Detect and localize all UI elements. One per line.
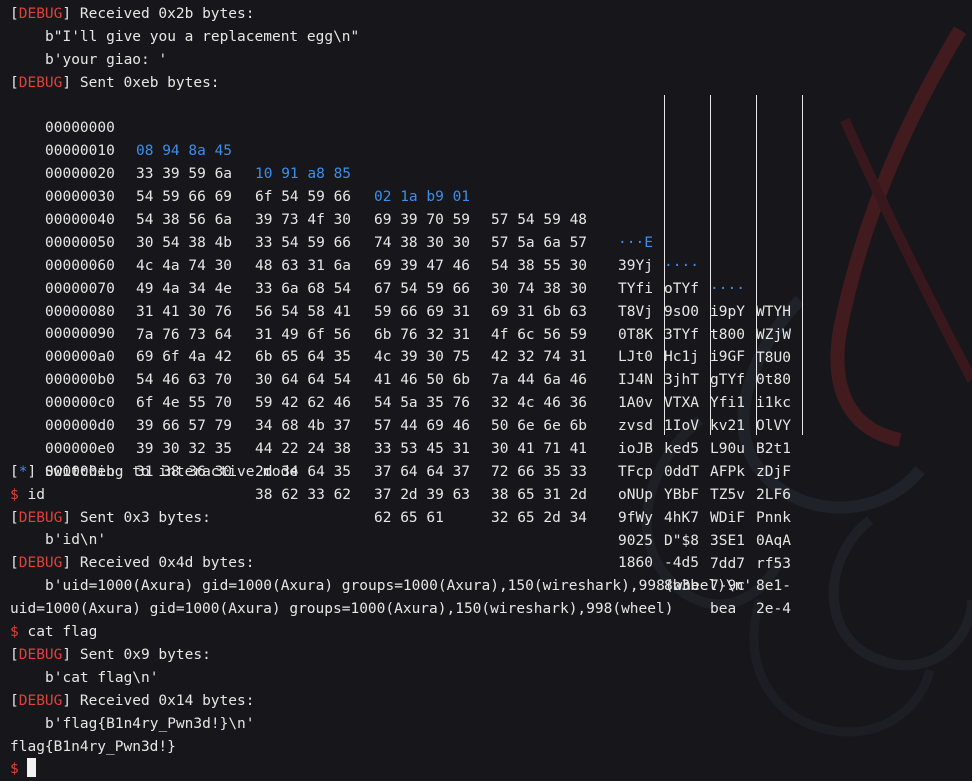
- text-cursor[interactable]: [27, 758, 37, 778]
- ascii-column-separator: [710, 95, 711, 435]
- hexdump: 00000000 08 94 8a 45 10 91 a8 85 02 1a b…: [10, 95, 965, 618]
- hexdump-row: 00000060 49 4a 34 4e 56 54 58 41 6b 76 3…: [45, 257, 791, 458]
- hexdump-row: 000000a0 54 46 63 70 59 42 62 46 57 44 6…: [45, 349, 791, 549]
- hexdump-row: 00000090 69 6f 4a 42 30 64 64 54 54 5a 3…: [45, 326, 791, 526]
- command-line-cat: $ cat flag: [10, 624, 98, 641]
- hexdump-row: 00000040 30 54 38 4b 48 63 31 6a 67 54 5…: [45, 212, 791, 412]
- hexdump-row: 00000030 54 38 56 6a 33 54 59 66 69 39 4…: [45, 189, 791, 389]
- debug-sent-header: [DEBUG] Sent 0x9 bytes:: [10, 646, 211, 663]
- hexdump-row: 000000c0 39 66 57 79 44 22 24 38 37 64 6…: [45, 395, 791, 595]
- received-bytes-line: b"I'll give you a replacement egg\n": [45, 28, 360, 45]
- ascii-column-separator: [756, 95, 757, 435]
- hexdump-row: 00000020 54 59 66 69 39 73 4f 30 74 38 3…: [45, 166, 791, 366]
- sent-bytes-line: b'id\n': [45, 532, 107, 549]
- received-bytes-line: b'your giao: ': [45, 51, 168, 68]
- hexdump-row: 00000010 33 39 59 6a 6f 54 59 66 69 39 7…: [45, 143, 791, 343]
- sent-bytes-line: b'cat flag\n': [45, 669, 159, 686]
- debug-sent-header: [DEBUG] Sent 0xeb bytes:: [10, 74, 220, 91]
- command-line-id: $ id: [10, 486, 45, 503]
- hexdump-row: 000000b0 6f 4e 55 70 34 68 4b 37 33 53 4…: [45, 372, 791, 572]
- debug-received-header: [DEBUG] Received 0x4d bytes:: [10, 555, 255, 572]
- received-bytes-line: b'uid=1000(Axura) gid=1000(Axura) groups…: [45, 578, 753, 595]
- ascii-column-separator: [664, 95, 665, 435]
- hexdump-row: 00000080 7a 76 73 64 6b 65 64 35 41 46 5…: [45, 303, 791, 503]
- ascii-column-separator: [802, 95, 803, 435]
- active-prompt-line[interactable]: $: [10, 758, 965, 781]
- hexdump-row: 00000070 31 41 30 76 31 49 6f 56 4c 39 3…: [45, 280, 791, 480]
- hexdump-row: 000000e0 31 38 36 30 38 62 33 62 62 65 6…: [45, 440, 737, 618]
- hexdump-end-offset: 000000eb: [45, 463, 115, 480]
- hexdump-row: 000000d0 39 30 32 35 2d 34 64 35 37 2d 3…: [45, 418, 791, 618]
- debug-received-header: [DEBUG] Received 0x14 bytes:: [10, 692, 255, 709]
- terminal-output: [DEBUG] Received 0x2b bytes: b"I'll give…: [10, 3, 965, 781]
- shell-prompt: $: [10, 761, 19, 778]
- hexdump-row: 00000000 08 94 8a 45 10 91 a8 85 02 1a b…: [45, 120, 791, 320]
- flag-output: flag{B1n4ry_Pwn3d!}: [10, 738, 176, 755]
- id-output: uid=1000(Axura) gid=1000(Axura) groups=1…: [10, 601, 674, 618]
- received-bytes-line: b'flag{B1n4ry_Pwn3d!}\n': [45, 715, 255, 732]
- debug-sent-header: [DEBUG] Sent 0x3 bytes:: [10, 509, 211, 526]
- debug-received-header: [DEBUG] Received 0x2b bytes:: [10, 6, 255, 22]
- hexdump-row: 00000050 4c 4a 74 30 33 6a 68 54 59 66 6…: [45, 234, 791, 435]
